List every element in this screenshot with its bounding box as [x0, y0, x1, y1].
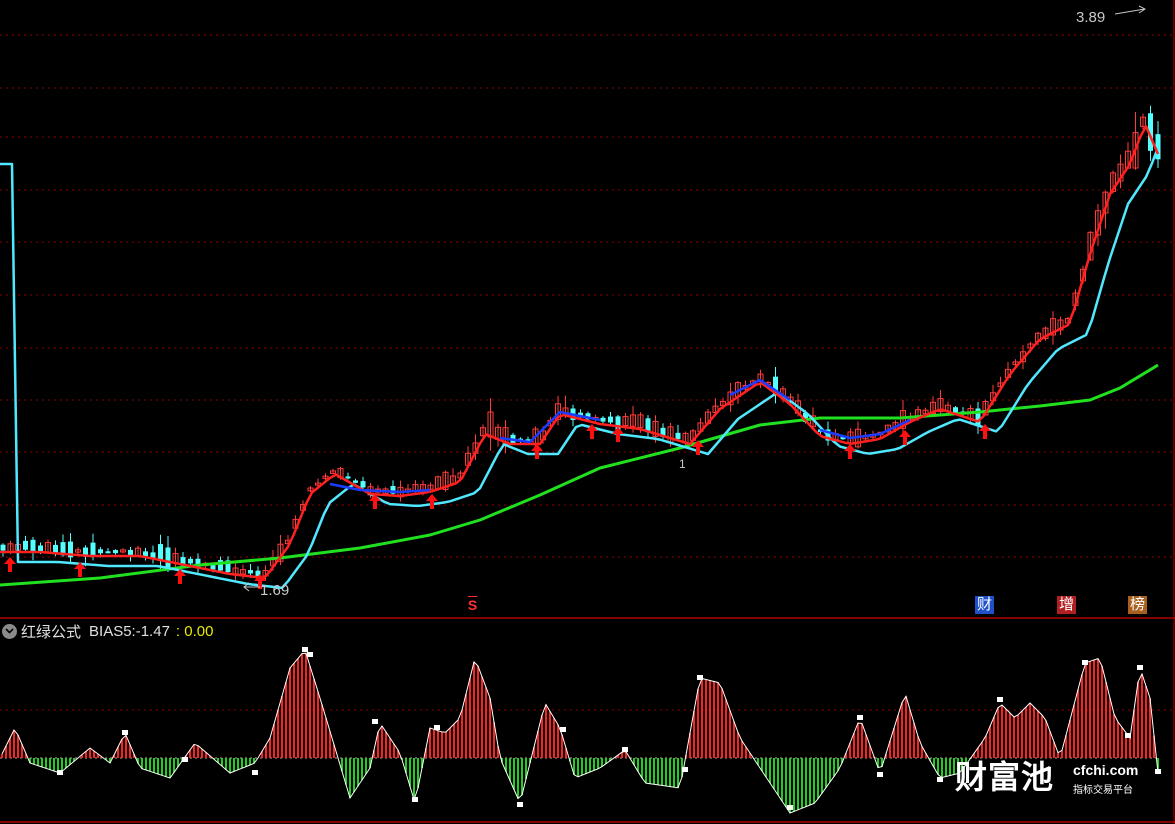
bias-peak-dot: [372, 719, 378, 724]
bias-trough-dot: [682, 767, 688, 772]
bias-trough-dot: [877, 772, 883, 777]
marker-s-label: S: [467, 597, 478, 613]
bias-trough-dot: [57, 770, 63, 775]
candle-body: [0, 544, 6, 551]
marker-finance-label: 财: [976, 596, 992, 613]
watermark-domain: cfchi.com: [1073, 762, 1139, 778]
bias-peak-dot: [1125, 733, 1131, 738]
high-arrow-icon: [1114, 5, 1146, 15]
candle-body: [30, 539, 36, 553]
marker-finance[interactable]: 财: [975, 596, 994, 614]
watermark-logo-text: 财富池: [955, 759, 1055, 795]
marker-ranking-label: 榜: [1129, 596, 1145, 613]
bias-trough-dot: [182, 757, 188, 762]
candle-body: [188, 558, 193, 564]
buy-arrow-icon: [426, 494, 438, 509]
indicator-name[interactable]: 红绿公式: [21, 621, 81, 642]
low-price-label: 1.69: [260, 582, 289, 599]
indicator-series-value: -1.47: [135, 622, 170, 640]
bias-peak-dot: [307, 652, 313, 657]
ma-mid-line: [0, 146, 1160, 590]
marker-ranking[interactable]: 榜: [1128, 596, 1147, 614]
candle-body: [113, 550, 118, 554]
candle-body: [600, 417, 606, 422]
buy-signal-arrows: [4, 424, 991, 589]
bias-peak-dot: [122, 730, 128, 735]
candle-body: [608, 416, 613, 423]
candle-body: [105, 551, 111, 554]
candle-body: [98, 549, 103, 554]
bias-peak-dot: [857, 715, 863, 720]
candle-body: [248, 570, 253, 574]
buy-arrow-icon: [4, 557, 16, 572]
candle-body: [675, 432, 681, 440]
candle-body: [353, 480, 358, 483]
small-label: 1: [679, 457, 686, 471]
chart-canvas[interactable]: 3.89 1.69 1: [0, 0, 1175, 824]
candle-body: [128, 549, 133, 556]
bias-peak-dot: [1137, 665, 1143, 670]
watermark-logo: 财富池 cfchi.com 指标交易平台: [955, 756, 1160, 798]
bias-peak-dot: [1082, 660, 1088, 665]
chevron-down-icon[interactable]: [2, 623, 17, 639]
indicator-second-value: : 0.00: [175, 622, 214, 640]
ma-short-line: [0, 125, 1160, 580]
marker-increase-label: 增: [1058, 596, 1074, 613]
bias-trough-dot: [937, 777, 943, 782]
marker-s[interactable]: S: [463, 596, 482, 614]
candle-body: [53, 544, 58, 554]
candle-body: [143, 551, 148, 556]
bias-peak-dot: [697, 675, 703, 680]
bias-trough-dot: [787, 805, 793, 810]
bias-peak-dot: [997, 697, 1003, 702]
candle-body: [165, 547, 171, 567]
bias-trough-dot: [517, 802, 523, 807]
moving-average-lines: [0, 125, 1160, 590]
bias-peak-dot: [560, 727, 566, 732]
candle-body: [23, 540, 28, 550]
indicator-series-label: BIAS5:: [89, 622, 136, 640]
marker-increase[interactable]: 增: [1057, 596, 1076, 614]
bias-peak-dot: [434, 725, 440, 730]
candle-body: [345, 476, 351, 479]
candlestick-series: [0, 105, 1161, 582]
candle-body: [90, 542, 96, 557]
watermark-tagline: 指标交易平台: [1073, 785, 1133, 796]
high-price-label: 3.89: [1076, 9, 1105, 26]
price-grid: [0, 34, 1173, 711]
bias-trough-dot: [412, 797, 418, 802]
indicator-header: 红绿公式 BIAS5: -1.47 : 0.00: [0, 620, 213, 642]
bias-peak-dot: [302, 647, 308, 652]
bias-trough-dot: [252, 770, 258, 775]
ma-long-line: [0, 363, 1159, 587]
candle-body: [38, 545, 43, 552]
candle-body: [360, 481, 366, 488]
bias-peak-dot: [622, 747, 628, 752]
